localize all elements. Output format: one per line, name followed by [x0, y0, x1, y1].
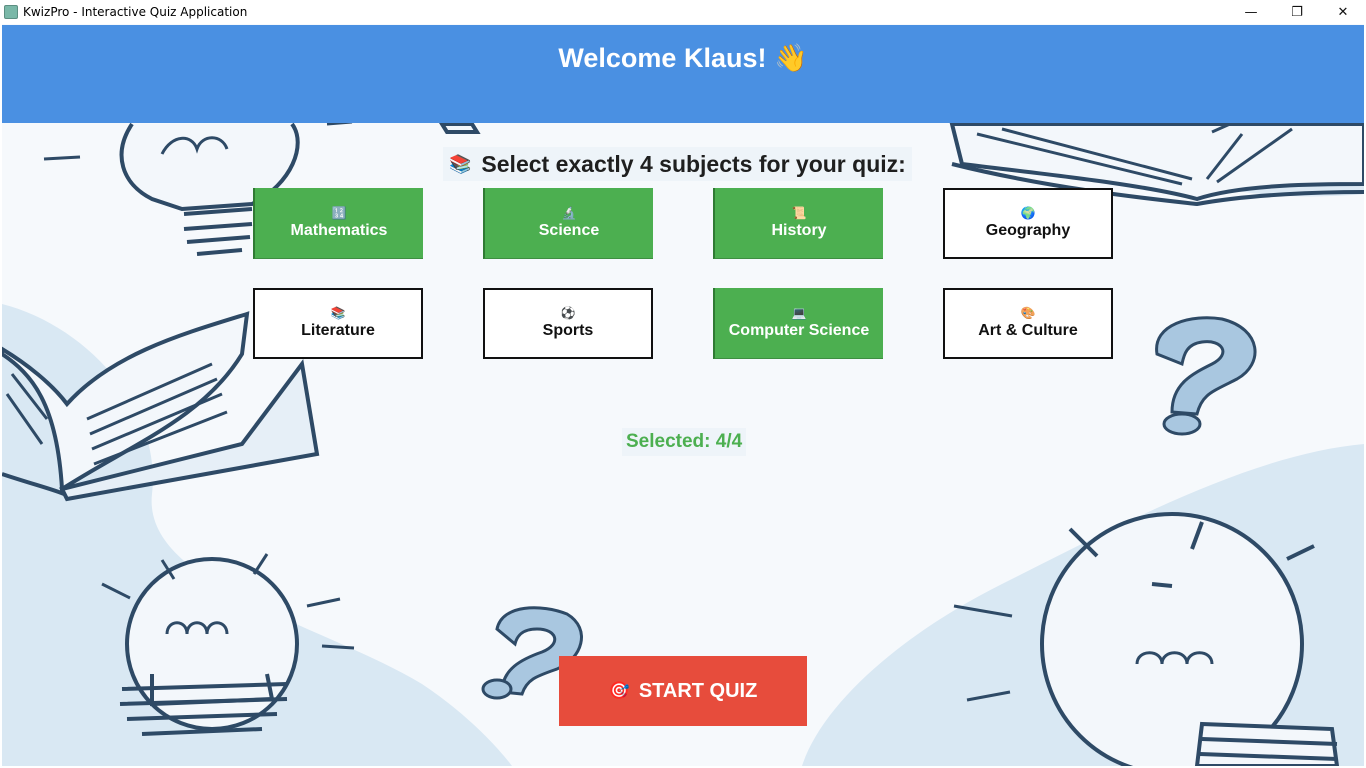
- soccer-ball-icon: ⚽: [560, 306, 576, 320]
- books-icon: 📚: [330, 306, 346, 320]
- subject-button-literature[interactable]: 📚 Literature: [253, 288, 423, 359]
- subject-label: Art & Culture: [978, 322, 1078, 339]
- window-title: KwizPro - Interactive Quiz Application: [23, 5, 248, 19]
- subject-label: Geography: [985, 222, 1071, 239]
- palette-icon: 🎨: [1020, 306, 1036, 320]
- maximize-button[interactable]: ❐: [1274, 0, 1320, 24]
- question-mark-icon: [1155, 316, 1257, 436]
- subject-prompt-text: Select exactly 4 subjects for your quiz:: [481, 150, 906, 177]
- subject-button-sports[interactable]: ⚽ Sports: [483, 288, 653, 359]
- selection-counter: Selected: 4/4: [622, 428, 747, 456]
- subject-label: Science: [538, 221, 600, 239]
- header-banner: Welcome Klaus! 👋: [2, 25, 1364, 123]
- subject-button-history[interactable]: 📜 History: [713, 188, 883, 259]
- subject-button-computer-science[interactable]: 💻 Computer Science: [713, 288, 883, 359]
- books-icon: 📚: [449, 153, 472, 174]
- subject-button-art-and-culture[interactable]: 🎨 Art & Culture: [943, 288, 1113, 359]
- background-illustration: [2, 120, 1364, 766]
- subject-button-geography[interactable]: 🌍 Geography: [943, 188, 1113, 259]
- scroll-icon: 📜: [791, 205, 807, 220]
- subject-label: Computer Science: [728, 321, 870, 339]
- app-window: Welcome Klaus! 👋 📚 Select exactly 4 subj…: [2, 24, 1364, 766]
- laptop-icon: 💻: [791, 305, 807, 320]
- start-quiz-button[interactable]: 🎯 START QUIZ: [559, 656, 807, 726]
- close-button[interactable]: ✕: [1320, 0, 1366, 24]
- microscope-icon: 🔬: [561, 205, 577, 220]
- subject-label: Sports: [542, 322, 594, 339]
- window-titlebar: KwizPro - Interactive Quiz Application —…: [0, 0, 1366, 24]
- subject-prompt: 📚 Select exactly 4 subjects for your qui…: [443, 147, 912, 181]
- subject-label: History: [771, 221, 827, 239]
- app-icon: [4, 5, 18, 19]
- subject-button-mathematics[interactable]: 🔢 Mathematics: [253, 188, 423, 259]
- subject-label: Literature: [301, 322, 375, 339]
- welcome-title: Welcome Klaus! 👋: [558, 43, 808, 73]
- globe-icon: 🌍: [1020, 206, 1036, 220]
- start-quiz-label: START QUIZ: [638, 679, 758, 702]
- target-icon: 🎯: [608, 681, 630, 700]
- minimize-button[interactable]: —: [1228, 0, 1274, 24]
- window-controls: — ❐ ✕: [1228, 0, 1366, 24]
- subject-button-science[interactable]: 🔬 Science: [483, 188, 653, 259]
- subject-label: Mathematics: [290, 221, 388, 239]
- calculator-icon: 🔢: [331, 205, 347, 220]
